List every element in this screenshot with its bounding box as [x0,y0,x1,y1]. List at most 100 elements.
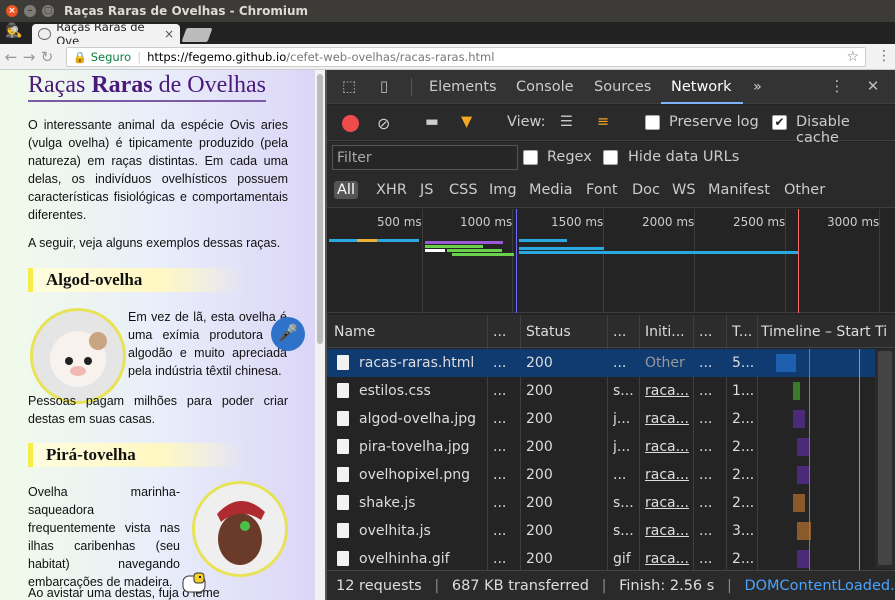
table-row[interactable]: racas-raras.html ... 200 ... Other ... 5… [327,349,875,377]
os-title-bar: × – ▢ Raças Raras de Ovelhas - Chromium [0,0,895,22]
reload-icon[interactable]: ↻ [38,48,56,66]
type-all[interactable]: All [334,181,358,199]
type-manifest[interactable]: Manifest [708,182,770,198]
col-status[interactable]: Status [526,324,571,340]
type-other[interactable]: Other [784,182,825,198]
request-name: shake.js [359,495,416,511]
resource-type-filter: All XHR JS CSS Img Media Font Doc WS Man… [327,174,895,208]
tick-2500: 2500 ms [733,215,786,229]
waterfall-view-icon[interactable]: ≡ [597,114,609,130]
page-title: Raças Raras de Ovelhas [28,72,266,98]
tab-console[interactable]: Console [516,79,574,95]
hide-data-urls-checkbox[interactable] [603,150,618,165]
inspect-element-icon[interactable]: ⬚ [339,77,359,97]
tab-network[interactable]: Network [671,79,732,95]
forward-icon[interactable]: → [20,48,38,66]
image-file-icon [337,467,349,482]
large-rows-icon[interactable]: ☰ [560,114,573,130]
type-js[interactable]: JS [420,182,433,198]
type-img[interactable]: Img [489,182,517,198]
device-toolbar-icon[interactable]: ▯ [374,77,394,97]
request-initiator-link[interactable]: raca... [645,467,689,483]
request-initiator-link[interactable]: raca... [645,523,689,539]
filter-icon[interactable]: ▼ [461,114,472,130]
table-row[interactable]: shake.js ... 200 s... raca... ... 2... [327,489,875,517]
more-tabs-icon[interactable]: » [753,79,762,95]
col-method[interactable]: ... [493,324,506,340]
devtools-close-icon[interactable]: ✕ [863,77,883,97]
network-overview[interactable]: 500 ms 1000 ms 1500 ms 2000 ms 2500 ms 3… [327,209,895,313]
request-initiator-link[interactable]: raca... [645,551,689,567]
waterfall-bar [776,354,796,372]
type-ws[interactable]: WS [672,182,696,198]
table-row[interactable]: ovelhopixel.png ... 200 ... raca... ... … [327,461,875,489]
type-media[interactable]: Media [529,182,573,198]
minimize-window-icon[interactable]: – [24,5,36,17]
type-css[interactable]: CSS [449,182,478,198]
type-xhr[interactable]: XHR [376,182,407,198]
tab-elements[interactable]: Elements [429,79,497,95]
waterfall-bar [797,550,809,568]
request-type: j... [613,439,631,455]
preserve-log-checkbox[interactable] [645,115,660,130]
bookmark-star-icon[interactable]: ☆ [846,49,859,65]
back-icon[interactable]: ← [2,48,20,66]
clear-icon[interactable]: ⊘ [377,114,390,133]
dom-content-loaded-line [516,209,517,313]
devtools-menu-icon[interactable]: ⋮ [827,77,847,97]
request-status: 200 [526,551,553,567]
table-row[interactable]: algod-ovelha.jpg ... 200 j... raca... ..… [327,405,875,433]
window-title: Raças Raras de Ovelhas - Chromium [64,4,309,18]
col-time[interactable]: T... [732,324,752,340]
type-doc[interactable]: Doc [632,182,660,198]
chrome-menu-icon[interactable]: ⋮ [877,48,891,64]
table-row[interactable]: pira-tovelha.jpg ... 200 j... raca... ..… [327,433,875,461]
overview-bar [452,253,514,256]
request-name: pira-tovelha.jpg [359,439,470,455]
request-initiator-link[interactable]: raca... [645,495,689,511]
section-heading-algod-ovelha: Algod-ovelha [28,268,243,292]
filter-input[interactable]: Filter [332,145,518,170]
capture-screenshots-icon[interactable]: ▬ [425,114,439,130]
table-row[interactable]: ovelhita.js ... 200 s... raca... ... 3..… [327,517,875,545]
disable-cache-checkbox[interactable]: ✔ [772,115,787,130]
script-file-icon [337,495,349,510]
tab-strip: 🕵 Raças Raras de Ove × [0,20,895,48]
request-initiator-link[interactable]: raca... [645,439,689,455]
browser-tab[interactable]: Raças Raras de Ove × [32,20,180,48]
load-event-line [798,209,799,313]
tab-sources[interactable]: Sources [594,79,651,95]
col-timeline[interactable]: Timeline – Start Ti [761,324,887,340]
type-font[interactable]: Font [586,182,618,198]
request-status: 200 [526,355,553,371]
tab-close-icon[interactable]: × [164,27,174,41]
close-window-icon[interactable]: × [6,5,18,17]
regex-checkbox[interactable] [523,150,538,165]
waterfall-bar [793,410,805,428]
toolbar: ← → ↻ 🔒 Seguro | https://fegemo.github.i… [0,44,895,70]
request-initiator-link[interactable]: raca... [645,383,689,399]
request-name: racas-raras.html [359,355,475,371]
page-scrollbar-thumb[interactable] [317,74,323,344]
col-initiator[interactable]: Initi... [645,324,685,340]
microphone-button[interactable]: 🎤 [271,317,305,351]
record-icon[interactable] [342,115,359,132]
col-name[interactable]: Name [334,324,375,340]
overview-bar [425,241,503,244]
request-type: s... [613,383,634,399]
new-tab-button[interactable] [181,28,213,42]
transferred-size: 687 KB transferred [451,578,589,594]
table-row[interactable]: estilos.css ... 200 s... raca... ... 1..… [327,377,875,405]
col-type[interactable]: ... [613,324,626,340]
view-label: View: [507,114,546,130]
request-method: ... [493,523,507,539]
request-status: 200 [526,439,553,455]
table-scrollbar-thumb[interactable] [878,351,892,565]
image-file-icon [337,551,349,566]
request-initiator-link[interactable]: raca... [645,411,689,427]
address-bar[interactable]: 🔒 Seguro | https://fegemo.github.io /cef… [66,47,866,67]
col-size[interactable]: ... [699,324,712,340]
request-method: ... [493,467,507,483]
table-row[interactable]: ovelhinha.gif ... 200 gif raca... ... 2.… [327,545,875,573]
maximize-window-icon[interactable]: ▢ [42,5,54,17]
